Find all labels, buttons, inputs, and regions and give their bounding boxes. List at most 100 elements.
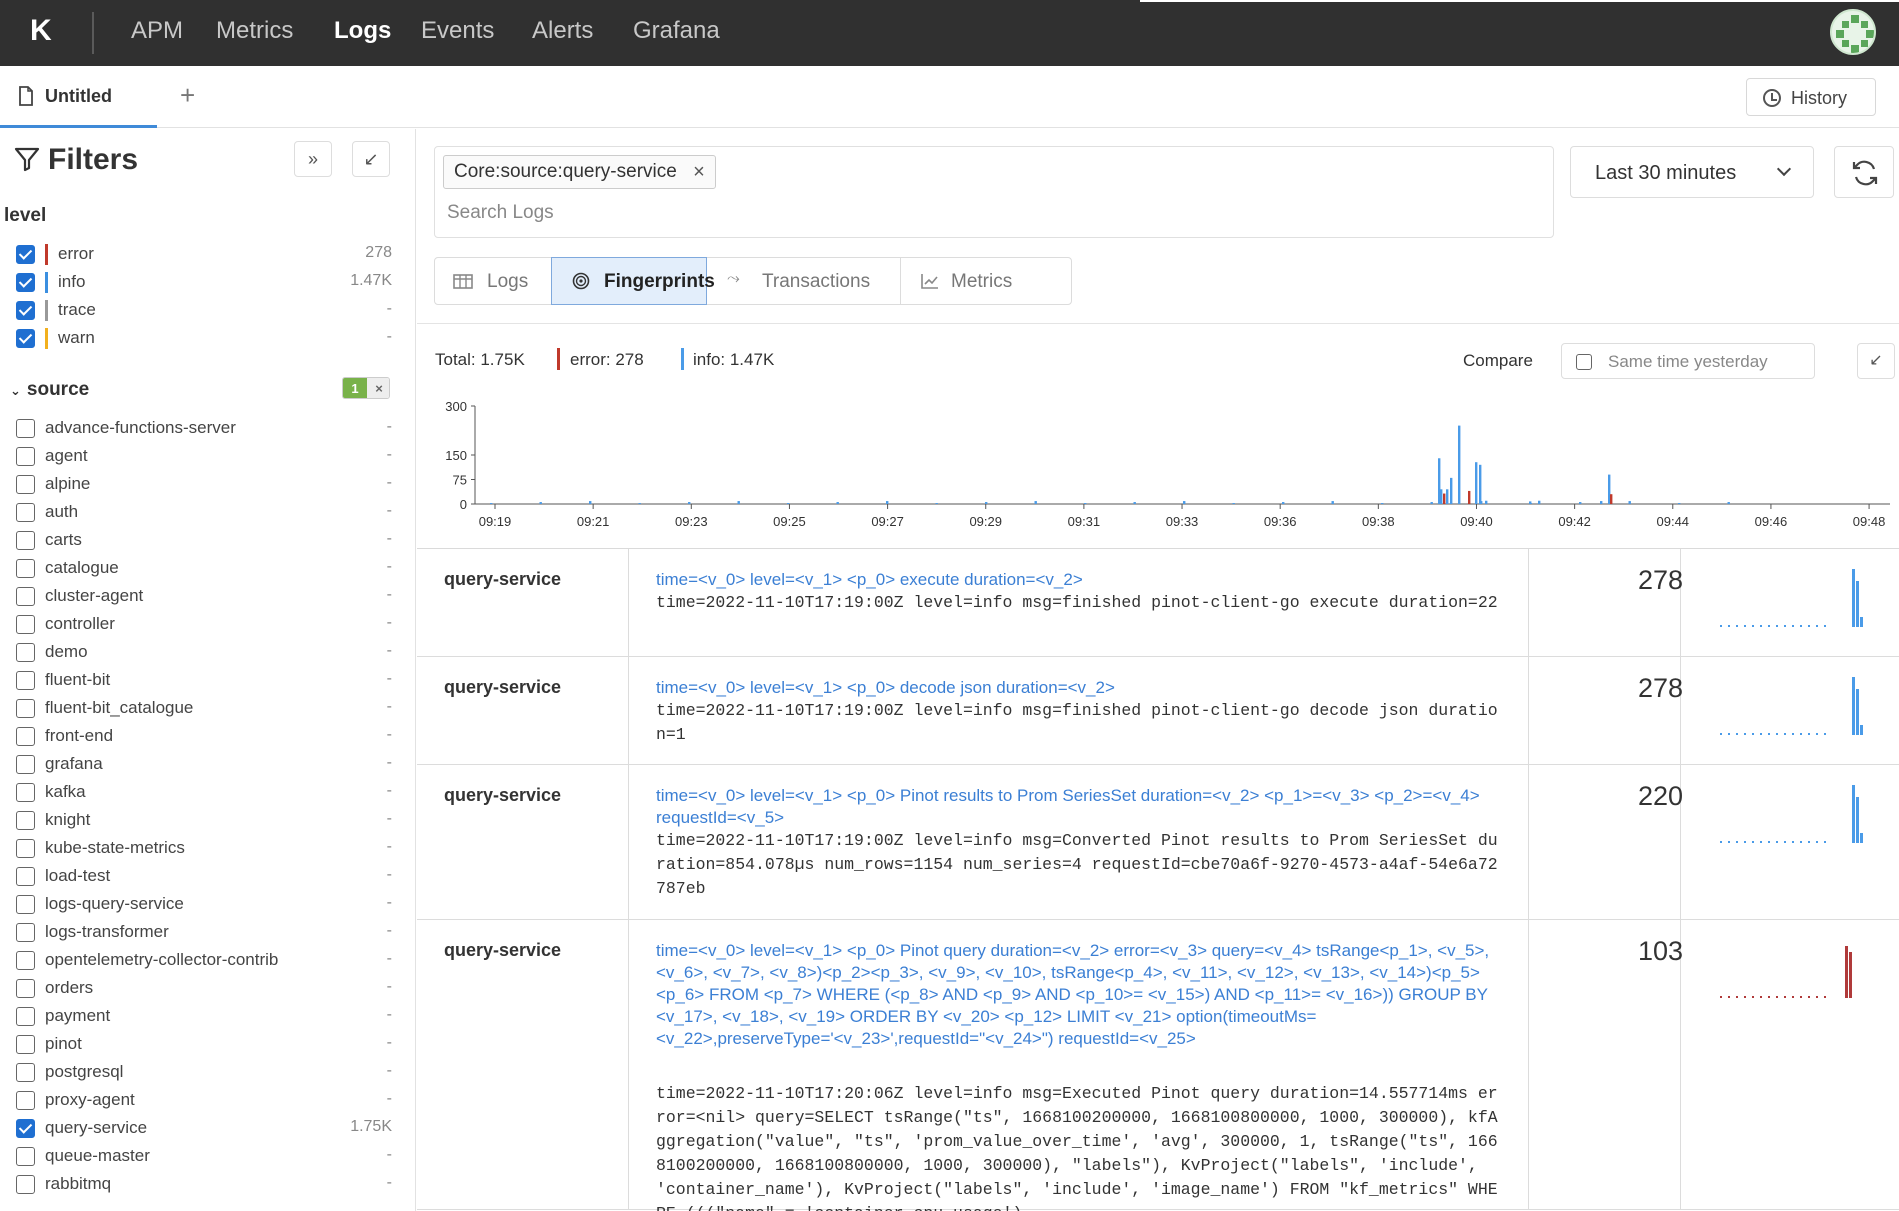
source-filter-item[interactable]: pinot - xyxy=(16,1031,392,1059)
fingerprint-row[interactable]: query-service time=<v_0> level=<v_1> <p_0… xyxy=(417,549,1899,657)
checkbox[interactable] xyxy=(16,1119,35,1138)
source-filter-item[interactable]: logs-transformer - xyxy=(16,919,392,947)
source-filter-item[interactable]: queue-master - xyxy=(16,1143,392,1171)
checkbox[interactable] xyxy=(16,559,35,578)
tab-metrics[interactable]: Metrics xyxy=(901,258,1071,304)
checkbox[interactable] xyxy=(16,301,35,320)
fingerprint-pattern[interactable]: time=<v_0> level=<v_1> <p_0> execute dur… xyxy=(656,569,1506,591)
level-filter-warn[interactable]: warn - xyxy=(16,325,392,353)
nav-item-logs[interactable]: Logs xyxy=(334,17,391,45)
checkbox[interactable] xyxy=(16,839,35,858)
source-filter-item[interactable]: orders - xyxy=(16,975,392,1003)
fingerprint-pattern[interactable]: time=<v_0> level=<v_1> <p_0> Pinot query… xyxy=(656,940,1506,1050)
source-filter-item[interactable]: advance-functions-server - xyxy=(16,415,392,443)
search-input[interactable] xyxy=(447,197,1347,229)
source-filter-item[interactable]: fluent-bit - xyxy=(16,667,392,695)
checkbox[interactable] xyxy=(16,615,35,634)
checkbox[interactable] xyxy=(16,475,35,494)
checkbox[interactable] xyxy=(16,895,35,914)
source-filter-item[interactable]: kafka - xyxy=(16,779,392,807)
tab-transactions[interactable]: ⤳ Transactions xyxy=(707,258,901,304)
source-filter-item[interactable]: cluster-agent - xyxy=(16,583,392,611)
level-filter-info[interactable]: info 1.47K xyxy=(16,269,392,297)
nav-item-alerts[interactable]: Alerts xyxy=(532,17,593,45)
checkbox[interactable] xyxy=(16,867,35,886)
checkbox[interactable] xyxy=(16,245,35,264)
source-filter-item[interactable]: grafana - xyxy=(16,751,392,779)
source-filter-item[interactable]: load-test - xyxy=(16,863,392,891)
refresh-button[interactable] xyxy=(1834,146,1894,198)
checkbox[interactable] xyxy=(16,1063,35,1082)
nav-item-grafana[interactable]: Grafana xyxy=(633,17,720,45)
checkbox[interactable] xyxy=(16,531,35,550)
checkbox[interactable] xyxy=(16,273,35,292)
checkbox[interactable] xyxy=(16,1007,35,1026)
checkbox[interactable] xyxy=(16,419,35,438)
checkbox[interactable] xyxy=(16,447,35,466)
collapse-icon[interactable]: ↙ xyxy=(352,141,390,177)
time-range-select[interactable]: Last 30 minutes xyxy=(1570,146,1814,198)
fingerprint-row[interactable]: query-service time=<v_0> level=<v_1> <p_0… xyxy=(417,920,1899,1211)
checkbox[interactable] xyxy=(16,979,35,998)
source-filter-item[interactable]: rabbitmq - xyxy=(16,1171,392,1199)
source-filter-item[interactable]: demo - xyxy=(16,639,392,667)
fingerprint-pattern[interactable]: time=<v_0> level=<v_1> <p_0> decode json… xyxy=(656,677,1506,699)
source-filter-item[interactable]: controller - xyxy=(16,611,392,639)
checkbox[interactable] xyxy=(16,699,35,718)
nav-item-apm[interactable]: APM xyxy=(131,17,183,45)
source-filter-item[interactable]: auth - xyxy=(16,499,392,527)
source-filter-item[interactable]: agent - xyxy=(16,443,392,471)
expand-sidebar-button[interactable]: » xyxy=(294,141,332,177)
level-filter-trace[interactable]: trace - xyxy=(16,297,392,325)
checkbox[interactable] xyxy=(16,951,35,970)
source-selected-badge[interactable]: 1 × xyxy=(342,377,390,399)
source-filter-item[interactable]: fluent-bit_catalogue - xyxy=(16,695,392,723)
same-time-yesterday-toggle[interactable]: Same time yesterday xyxy=(1561,343,1815,379)
source-filter-item[interactable]: logs-query-service - xyxy=(16,891,392,919)
source-filter-item[interactable]: knight - xyxy=(16,807,392,835)
collapse-chart-icon[interactable]: ↙ xyxy=(1857,343,1895,379)
checkbox[interactable] xyxy=(16,923,35,942)
remove-chip-icon[interactable]: × xyxy=(693,156,705,188)
checkbox[interactable] xyxy=(16,727,35,746)
fingerprint-pattern[interactable]: time=<v_0> level=<v_1> <p_0> Pinot resul… xyxy=(656,785,1506,829)
level-filter-error[interactable]: error 278 xyxy=(16,241,392,269)
fingerprint-row[interactable]: query-service time=<v_0> level=<v_1> <p_0… xyxy=(417,657,1899,765)
avatar-icon[interactable] xyxy=(1830,9,1876,55)
source-filter-item[interactable]: carts - xyxy=(16,527,392,555)
source-filter-item[interactable]: postgresql - xyxy=(16,1059,392,1087)
clear-source-icon[interactable]: × xyxy=(367,378,389,398)
tab-fingerprints[interactable]: Fingerprints xyxy=(551,257,715,305)
source-filter-item[interactable]: alpine - xyxy=(16,471,392,499)
checkbox[interactable] xyxy=(16,1175,35,1194)
checkbox[interactable] xyxy=(16,783,35,802)
checkbox[interactable] xyxy=(16,1091,35,1110)
source-filter-item[interactable]: catalogue - xyxy=(16,555,392,583)
source-filter-item[interactable]: opentelemetry-collector-contrib - xyxy=(16,947,392,975)
source-filter-item[interactable]: payment - xyxy=(16,1003,392,1031)
source-filter-item[interactable]: query-service 1.75K xyxy=(16,1115,392,1143)
checkbox[interactable] xyxy=(1576,354,1592,370)
checkbox[interactable] xyxy=(16,587,35,606)
source-section-title[interactable]: ⌄ source xyxy=(10,379,89,401)
checkbox[interactable] xyxy=(16,1147,35,1166)
checkbox[interactable] xyxy=(16,329,35,348)
add-tab-button[interactable]: + xyxy=(180,80,195,111)
tab-logs[interactable]: Logs xyxy=(435,258,552,304)
checkbox[interactable] xyxy=(16,643,35,662)
source-filter-item[interactable]: proxy-agent - xyxy=(16,1087,392,1115)
source-filter-item[interactable]: front-end - xyxy=(16,723,392,751)
search-box[interactable]: Core:source:query-service × xyxy=(434,146,1554,238)
checkbox[interactable] xyxy=(16,755,35,774)
checkbox[interactable] xyxy=(16,811,35,830)
checkbox[interactable] xyxy=(16,671,35,690)
history-button[interactable]: History xyxy=(1746,78,1876,116)
checkbox[interactable] xyxy=(16,503,35,522)
fingerprint-row[interactable]: query-service time=<v_0> level=<v_1> <p_0… xyxy=(417,765,1899,920)
checkbox[interactable] xyxy=(16,1035,35,1054)
filter-chip[interactable]: Core:source:query-service × xyxy=(443,155,716,189)
nav-item-events[interactable]: Events xyxy=(421,17,494,45)
source-filter-item[interactable]: kube-state-metrics - xyxy=(16,835,392,863)
app-logo[interactable]: K xyxy=(30,14,52,48)
tab-untitled[interactable]: Untitled xyxy=(0,66,157,128)
